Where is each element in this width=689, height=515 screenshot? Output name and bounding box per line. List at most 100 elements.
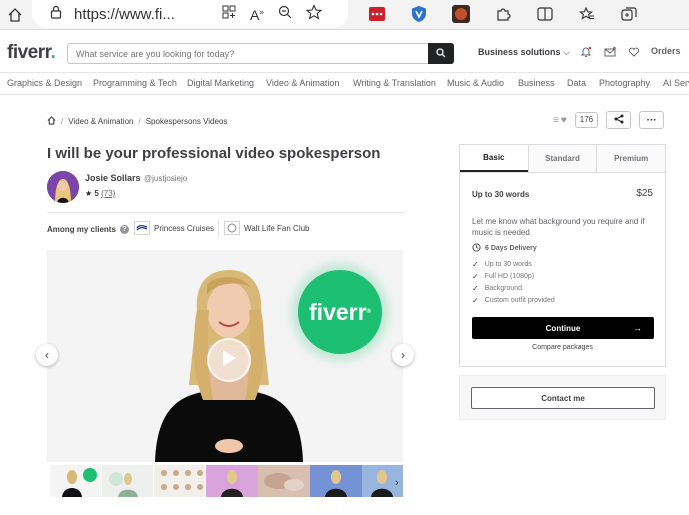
search-icon <box>436 45 446 63</box>
heart-icon[interactable]: ♥ <box>561 115 567 126</box>
heart-icon[interactable] <box>628 45 640 63</box>
seller-rating: ★ 5 (73) <box>85 189 116 198</box>
gig-title: I will be your professional video spokes… <box>47 145 381 162</box>
split-screen-icon[interactable] <box>534 3 556 25</box>
divider <box>47 212 404 213</box>
breadcrumb-item[interactable]: Video & Animation <box>68 117 133 126</box>
home-icon[interactable] <box>47 116 56 127</box>
previous-media-button[interactable]: ‹ <box>36 344 58 366</box>
search-button[interactable] <box>428 43 454 64</box>
next-media-button[interactable]: › <box>392 344 414 366</box>
arrow-right-icon: → <box>633 323 642 333</box>
list-icon[interactable]: ≡ <box>553 115 559 126</box>
share-button[interactable] <box>606 111 632 129</box>
princess-cruises-logo <box>134 221 150 235</box>
favorite-star-icon[interactable] <box>305 4 323 25</box>
lastpass-extension-icon[interactable] <box>366 3 388 25</box>
thumbnails-next-icon[interactable]: › <box>395 477 399 489</box>
category-data[interactable]: Data <box>567 78 586 88</box>
breadcrumb: / Video & Animation / Spokespersons Vide… <box>47 116 227 127</box>
fiverr-logo[interactable]: fiverr. <box>7 42 56 64</box>
category-business[interactable]: Business <box>518 78 555 88</box>
puzzle-extensions-icon[interactable] <box>492 3 514 25</box>
walt-life-logo <box>224 221 240 235</box>
category-writing-translation[interactable]: Writing & Translation <box>353 78 436 88</box>
favorites-icon[interactable] <box>576 3 598 25</box>
feature-item: ✓ Background <box>472 283 523 293</box>
media-thumbnail[interactable] <box>206 465 258 497</box>
search-bar <box>67 43 454 64</box>
tab-standard[interactable]: Standard <box>527 145 597 172</box>
media-thumbnails <box>50 465 403 497</box>
contact-me-button[interactable]: Contact me <box>471 387 655 409</box>
star-icon: ★ <box>85 189 93 198</box>
avatar[interactable] <box>47 171 79 203</box>
feature-item: ✓ Up to 30 words <box>472 259 532 269</box>
media-thumbnail[interactable] <box>102 465 154 497</box>
compare-packages-link[interactable]: Compare packages <box>460 344 665 351</box>
apps-icon[interactable] <box>222 5 236 24</box>
package-features: ✓ Up to 30 words ✓ Full HD (1080p) ✓ Backgr… <box>472 258 555 306</box>
gig-actions: ≡ ♥ 176 ··· <box>553 111 665 129</box>
more-options-button[interactable]: ··· <box>639 111 665 129</box>
client-item: Princess Cruises <box>134 221 214 235</box>
category-graphics-design[interactable]: Graphics & Design <box>7 78 82 88</box>
checkmark-icon: ✓ <box>472 259 479 269</box>
tab-basic[interactable]: Basic <box>460 145 528 172</box>
info-icon[interactable]: ? <box>119 225 129 235</box>
category-programming-tech[interactable]: Programming & Tech <box>93 78 177 88</box>
clients-label: Among my clients? <box>47 225 129 235</box>
divider <box>218 220 219 237</box>
chevron-down-icon: ⌵ <box>563 47 570 57</box>
client-item: Walt Life Fan Club <box>224 221 310 235</box>
continue-button[interactable]: Continue → <box>472 317 654 339</box>
play-icon <box>220 348 238 373</box>
category-photography[interactable]: Photography <box>599 78 650 88</box>
notification-bell-icon[interactable] <box>580 45 592 63</box>
media-thumbnail[interactable] <box>50 465 102 497</box>
delivery-time: 6 Days Delivery <box>472 243 537 254</box>
checkmark-icon: ✓ <box>472 271 479 281</box>
package-tabs: Basic Standard Premium <box>460 145 666 173</box>
category-ai-services[interactable]: AI Serv <box>663 78 689 88</box>
review-count[interactable]: (73) <box>101 189 115 198</box>
category-digital-marketing[interactable]: Digital Marketing <box>187 78 254 88</box>
search-input[interactable] <box>68 44 428 63</box>
seller-name[interactable]: Josie Sollars <box>85 173 141 183</box>
package-title: Up to 30 words <box>472 190 530 199</box>
chevron-right-icon: › <box>401 348 405 362</box>
browser-toolbar: https://www.fi... A» <box>0 0 689 30</box>
fiverr-media-logo: fiverr ® <box>298 270 382 354</box>
contact-section: Contact me <box>459 375 666 420</box>
clock-icon <box>472 243 481 254</box>
profile-extension-icon[interactable] <box>450 3 472 25</box>
package-panel: Basic Standard Premium Up to 30 words $2… <box>459 144 666 367</box>
checkmark-icon: ✓ <box>472 283 479 293</box>
url-text: https://www.fi... <box>74 5 175 23</box>
feature-item: ✓ Custom outfit provided <box>472 295 555 305</box>
feature-item: ✓ Full HD (1080p) <box>472 271 535 281</box>
site-header: fiverr. Business solutions ⌵ Orders <box>0 30 689 73</box>
category-video-animation[interactable]: Video & Animation <box>266 78 339 88</box>
shield-extension-icon[interactable] <box>408 3 430 25</box>
like-count: 176 <box>574 112 599 128</box>
seller-username: @justjosiejo <box>144 174 188 183</box>
home-icon[interactable] <box>0 0 30 30</box>
orders-link[interactable]: Orders <box>651 46 681 56</box>
business-solutions-menu[interactable]: Business solutions ⌵ <box>478 47 570 58</box>
media-thumbnail[interactable] <box>154 465 206 497</box>
messages-icon[interactable] <box>604 45 616 63</box>
checkmark-icon: ✓ <box>472 295 479 305</box>
zoom-icon[interactable] <box>278 5 292 24</box>
address-bar[interactable]: https://www.fi... A» <box>32 0 348 28</box>
tab-premium[interactable]: Premium <box>596 145 666 172</box>
gig-media-viewer[interactable]: fiverr ® <box>47 250 403 462</box>
category-music-audio[interactable]: Music & Audio <box>447 78 504 88</box>
collections-icon[interactable] <box>618 3 640 25</box>
breadcrumb-item[interactable]: Spokespersons Videos <box>146 117 228 126</box>
media-thumbnail[interactable] <box>310 465 362 497</box>
play-button[interactable] <box>207 338 251 382</box>
media-thumbnail[interactable] <box>258 465 310 497</box>
read-aloud-icon[interactable]: A» <box>250 7 264 23</box>
more-dots-icon: ··· <box>646 114 657 126</box>
